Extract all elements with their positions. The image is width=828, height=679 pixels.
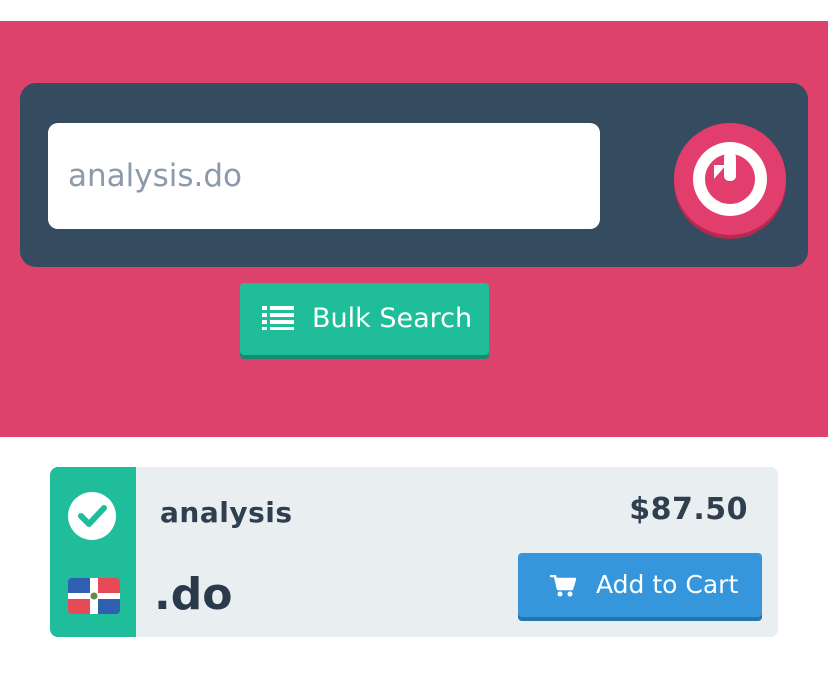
domain-result-card: analysis .do $87.50 Add to Cart bbox=[50, 467, 778, 637]
bulk-search-label: Bulk Search bbox=[312, 303, 473, 334]
domain-name: analysis bbox=[160, 496, 293, 529]
bulk-search-button[interactable]: Bulk Search bbox=[240, 283, 489, 355]
dominican-republic-flag-icon bbox=[68, 578, 120, 614]
power-refresh-icon bbox=[693, 142, 767, 216]
shopping-cart-icon bbox=[550, 575, 576, 597]
domain-tld: .do bbox=[154, 569, 233, 620]
domain-search-input[interactable] bbox=[48, 123, 600, 229]
add-to-cart-label: Add to Cart bbox=[596, 570, 739, 599]
availability-strip bbox=[50, 467, 136, 637]
list-icon bbox=[262, 306, 294, 330]
add-to-cart-button[interactable]: Add to Cart bbox=[518, 553, 762, 617]
check-circle-icon bbox=[68, 492, 116, 540]
domain-price: $87.50 bbox=[629, 492, 748, 527]
search-go-button[interactable] bbox=[674, 123, 786, 235]
